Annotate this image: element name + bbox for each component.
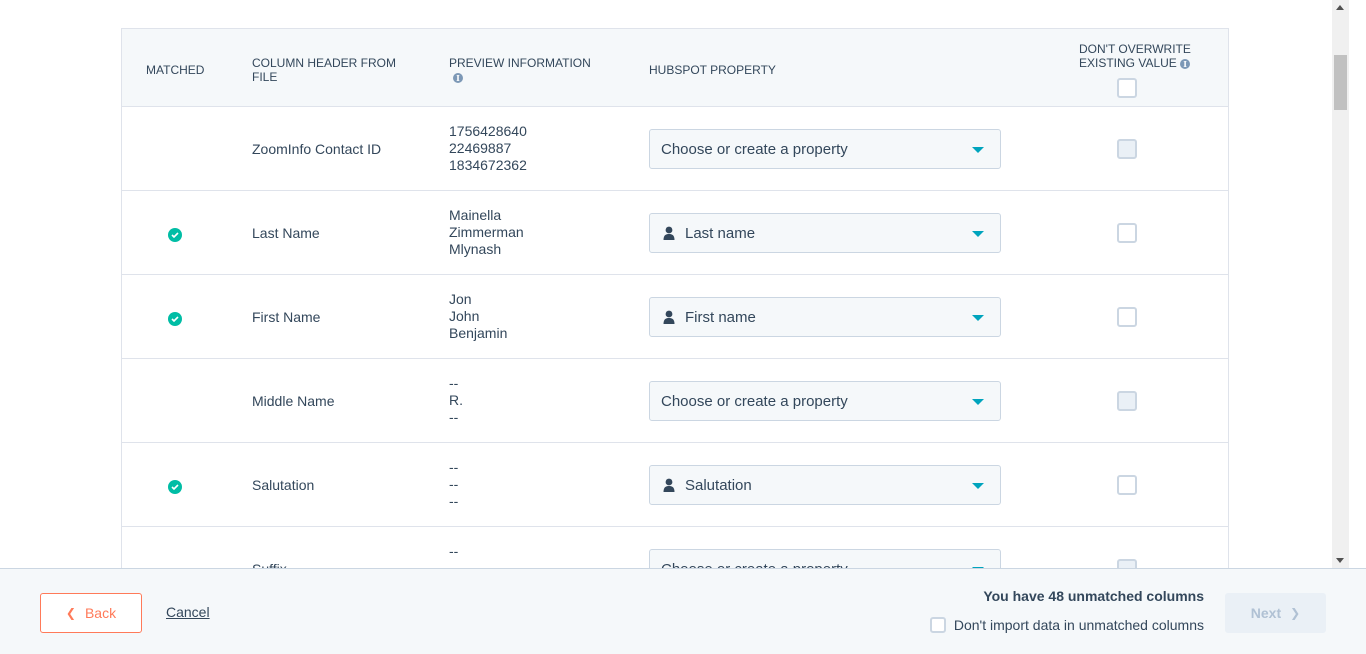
table-row: Salutation -- -- -- Salutation [122,443,1228,527]
selected-property-label: Choose or create a property [661,140,848,158]
selected-property-label: Choose or create a property [661,561,848,569]
dont-overwrite-checkbox[interactable] [1117,307,1137,327]
info-icon[interactable]: i [1180,58,1191,69]
unmatched-columns-message: You have 48 unmatched columns [983,588,1204,604]
select-all-dont-overwrite-checkbox[interactable] [1117,78,1137,98]
header-preview-information: PREVIEW INFORMATION i [449,56,619,83]
column-header-name: Suffix [252,561,287,568]
preview-value: -- [449,476,459,492]
selected-property-label: First name [685,308,756,326]
preview-value: 22469887 [449,140,512,156]
preview-value: -- [449,543,459,559]
contact-person-icon [663,310,675,324]
header-dont-overwrite: DON'T OVERWRITE EXISTING VALUE i [1079,42,1209,70]
contact-person-icon [663,226,675,240]
hubspot-property-select[interactable]: First name [649,297,1001,337]
table-header: MATCHED COLUMN HEADER FROM FILE PREVIEW … [122,29,1228,107]
preview-value: Benjamin [449,325,508,341]
preview-values: Jon John Benjamin [449,291,507,342]
dropdown-caret-icon [972,231,984,237]
dont-overwrite-checkbox[interactable] [1117,223,1137,243]
preview-value: -- [449,459,459,475]
back-label: Back [84,605,117,621]
header-column-from-file: COLUMN HEADER FROM FILE [252,56,397,84]
hubspot-property-select[interactable]: Last name [649,213,1001,253]
column-mapping-table: MATCHED COLUMN HEADER FROM FILE PREVIEW … [121,28,1229,568]
header-hubspot-property: HUBSPOT PROPERTY [649,63,776,77]
hubspot-property-select[interactable]: Choose or create a property [649,381,1001,421]
dropdown-caret-icon [972,399,984,405]
vertical-scrollbar[interactable] [1332,0,1349,568]
back-button[interactable]: ❮ Back [40,593,142,633]
dont-import-unmatched-checkbox[interactable] [929,617,946,633]
dropdown-caret-icon [972,483,984,489]
matched-check-icon [168,480,182,494]
scroll-up-arrow-icon[interactable] [1336,5,1344,10]
dont-overwrite-checkbox[interactable] [1117,139,1137,159]
preview-value: Mlynash [449,241,502,257]
scroll-down-arrow-icon[interactable] [1336,558,1344,563]
table-row: Last Name Mainella Zimmerman Mlynash Last … [122,191,1228,275]
preview-value: 1834672362 [449,157,527,173]
preview-value: Mainella [449,207,502,223]
header-preview-label: PREVIEW INFORMATION [449,56,591,70]
dont-overwrite-checkbox[interactable] [1117,475,1137,495]
header-dont-overwrite-label: DON'T OVERWRITE EXISTING VALUE [1079,42,1191,70]
dont-import-unmatched-label[interactable]: Don't import data in unmatched columns [954,617,1204,633]
next-label: Next [1250,605,1282,621]
column-header-name: Salutation [252,477,315,493]
mapping-scroll-area: MATCHED COLUMN HEADER FROM FILE PREVIEW … [0,0,1349,568]
info-icon[interactable]: i [453,73,463,83]
preview-value: Zimmerman [449,224,524,240]
matched-check-icon [168,228,182,242]
dropdown-caret-icon [972,147,984,153]
scrollbar-thumb[interactable] [1334,55,1347,110]
dont-import-unmatched-option[interactable]: Don't import data in unmatched columns [929,617,1204,633]
selected-property-label: Choose or create a property [661,392,848,410]
preview-value: -- [449,375,459,391]
hubspot-property-select[interactable]: Salutation [649,465,1001,505]
preview-values: -- -- -- [449,459,458,510]
selected-property-label: Salutation [685,476,752,494]
column-header-name: Middle Name [252,393,335,409]
table-row: First Name Jon John Benjamin First name [122,275,1228,359]
hubspot-property-select[interactable]: Choose or create a property [649,549,1001,568]
dont-overwrite-checkbox[interactable] [1117,391,1137,411]
preview-values: Mainella Zimmerman Mlynash [449,207,524,258]
preview-values: 1756428640 22469887 1834672362 [449,123,527,174]
table-row: Middle Name -- R. -- Choose or create a pr… [122,359,1228,443]
preview-values: -- [449,543,458,560]
preview-value: Jon [449,291,472,307]
dont-overwrite-checkbox[interactable] [1117,559,1137,568]
column-header-name: Last Name [252,225,320,241]
preview-value: John [449,308,480,324]
footer-bar: ❮ Back Cancel You have 48 unmatched colu… [0,568,1366,654]
hubspot-property-select[interactable]: Choose or create a property [649,129,1001,169]
contact-person-icon [663,478,675,492]
matched-check-icon [168,312,182,326]
column-header-name: ZoomInfo Contact ID [252,141,382,157]
column-header-name: First Name [252,309,321,325]
cancel-link[interactable]: Cancel [166,604,210,620]
preview-value: -- [449,493,459,509]
table-row: Suffix -- Choose or create a property [122,527,1228,568]
preview-value: R. [449,392,463,408]
header-matched: MATCHED [146,63,205,77]
preview-value: -- [449,409,459,425]
chevron-right-icon: ❯ [1290,606,1301,620]
selected-property-label: Last name [685,224,756,242]
table-row: ZoomInfo Contact ID 1756428640 22469887 18… [122,107,1228,191]
dropdown-caret-icon [972,315,984,321]
chevron-left-icon: ❮ [65,606,76,620]
next-button[interactable]: Next ❯ [1225,593,1326,633]
preview-values: -- R. -- [449,375,463,426]
preview-value: 1756428640 [449,123,527,139]
